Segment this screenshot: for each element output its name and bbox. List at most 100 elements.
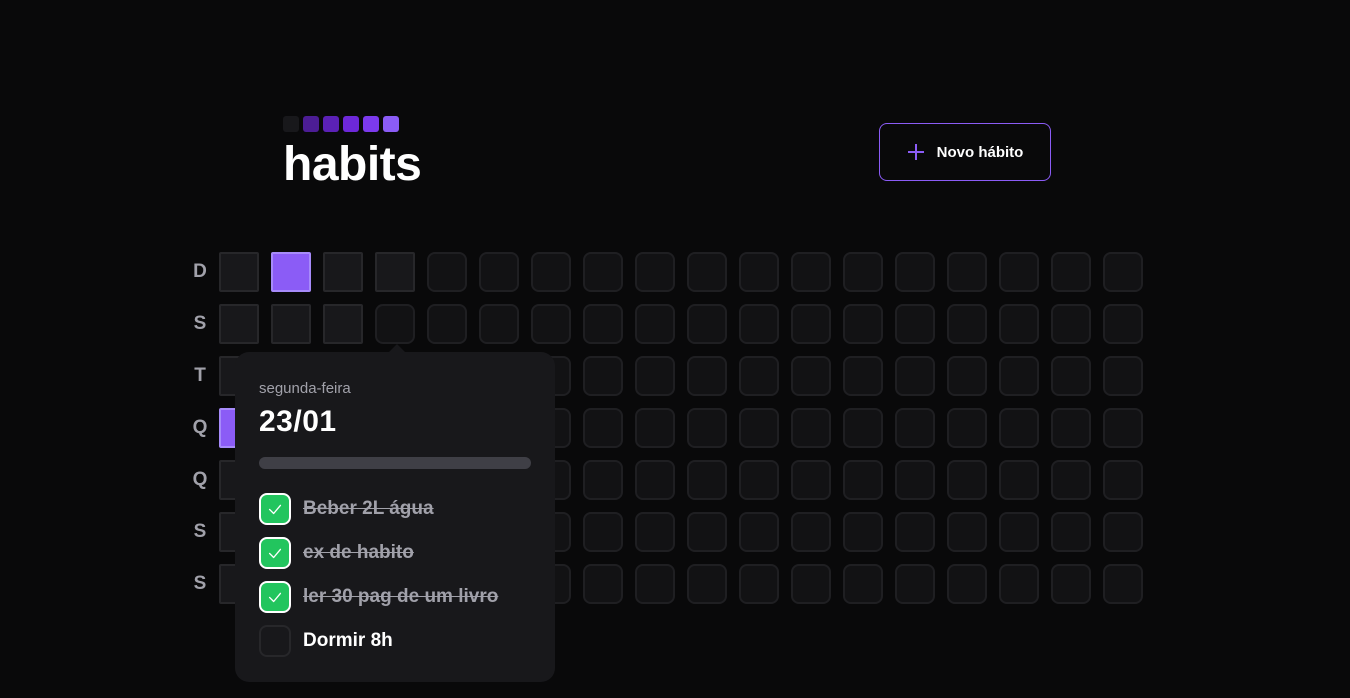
popover-weekday: segunda-feira [259, 380, 351, 397]
new-habit-button[interactable]: Novo hábito [879, 123, 1051, 181]
day-cell[interactable] [323, 304, 363, 344]
checkbox[interactable] [259, 493, 291, 525]
logo-square [283, 116, 299, 132]
future-day-cell [999, 408, 1039, 448]
future-day-cell [1051, 356, 1091, 396]
future-day-cell [1103, 564, 1143, 604]
popover-arrow [389, 344, 405, 352]
check-icon [268, 504, 282, 515]
future-day-cell [687, 564, 727, 604]
future-day-cell [1051, 564, 1091, 604]
future-day-cell [635, 408, 675, 448]
future-day-cell [739, 408, 779, 448]
future-day-cell [427, 304, 467, 344]
habit-checkbox-row[interactable]: Beber 2L água [259, 493, 531, 525]
checkbox[interactable] [259, 537, 291, 569]
future-day-cell [947, 512, 987, 552]
future-day-cell [1103, 460, 1143, 500]
future-day-cell [843, 356, 883, 396]
future-day-cell [635, 460, 675, 500]
future-day-cell [791, 460, 831, 500]
future-day-cell [947, 460, 987, 500]
weekday-label: T [194, 365, 206, 386]
future-day-cell [739, 564, 779, 604]
future-day-cell [791, 252, 831, 292]
future-day-cell [947, 252, 987, 292]
weekday-label: S [193, 521, 207, 542]
day-cell[interactable] [219, 304, 259, 344]
app-title: habits [283, 138, 422, 191]
future-day-cell [635, 252, 675, 292]
day-cell[interactable] [375, 252, 415, 292]
future-day-cell [1103, 304, 1143, 344]
day-cell[interactable] [271, 304, 311, 344]
future-day-cell [583, 564, 623, 604]
weekday-label: S [193, 573, 207, 594]
future-day-cell [1051, 512, 1091, 552]
future-day-cell [635, 356, 675, 396]
habit-label: ler 30 pag de um livro [303, 586, 499, 607]
future-day-cell [1051, 408, 1091, 448]
logo-square [303, 116, 319, 132]
future-day-cell [999, 460, 1039, 500]
future-day-cell [791, 564, 831, 604]
logo-squares [283, 116, 421, 132]
checkbox[interactable] [259, 581, 291, 613]
future-day-cell [791, 356, 831, 396]
future-day-cell [583, 408, 623, 448]
future-day-cell [999, 356, 1039, 396]
future-day-cell [843, 252, 883, 292]
check-icon [268, 592, 282, 603]
future-day-cell [895, 512, 935, 552]
logo: habits [283, 116, 422, 191]
day-cell[interactable] [219, 252, 259, 292]
future-day-cell [531, 252, 571, 292]
future-day-cell [1051, 304, 1091, 344]
future-day-cell [947, 356, 987, 396]
future-day-cell [999, 512, 1039, 552]
future-day-cell [375, 304, 415, 344]
future-day-cell [739, 460, 779, 500]
future-day-cell [895, 252, 935, 292]
future-day-cell [947, 304, 987, 344]
habit-checkbox-row[interactable]: ex de habito [259, 537, 531, 569]
weekday-label: S [193, 313, 207, 334]
day-cell[interactable] [323, 252, 363, 292]
future-day-cell [1103, 356, 1143, 396]
logo-square [323, 116, 339, 132]
future-day-cell [999, 252, 1039, 292]
habit-label: Beber 2L água [303, 498, 434, 519]
habit-checkbox-row[interactable]: ler 30 pag de um livro [259, 581, 531, 613]
future-day-cell [479, 252, 519, 292]
future-day-cell [895, 564, 935, 604]
future-day-cell [947, 564, 987, 604]
future-day-cell [1103, 512, 1143, 552]
future-day-cell [999, 564, 1039, 604]
future-day-cell [895, 408, 935, 448]
logo-square [383, 116, 399, 132]
future-day-cell [635, 512, 675, 552]
future-day-cell [843, 460, 883, 500]
weekday-label: Q [192, 417, 208, 438]
habit-checkbox-row[interactable]: Dormir 8h [259, 625, 531, 657]
future-day-cell [687, 512, 727, 552]
future-day-cell [895, 356, 935, 396]
future-day-cell [479, 304, 519, 344]
future-day-cell [739, 356, 779, 396]
future-day-cell [843, 564, 883, 604]
checkbox[interactable] [259, 625, 291, 657]
future-day-cell [843, 408, 883, 448]
future-day-cell [583, 304, 623, 344]
future-day-cell [843, 304, 883, 344]
habit-label: Dormir 8h [303, 630, 393, 651]
check-icon [268, 548, 282, 559]
habits-app: habits Novo hábito D S T Q Q S S segunda… [0, 0, 1350, 698]
future-day-cell [583, 252, 623, 292]
habit-label: ex de habito [303, 542, 414, 563]
future-day-cell [687, 252, 727, 292]
future-day-cell [791, 408, 831, 448]
future-day-cell [791, 512, 831, 552]
future-day-cell [739, 304, 779, 344]
day-cell[interactable] [271, 252, 311, 292]
future-day-cell [1051, 460, 1091, 500]
